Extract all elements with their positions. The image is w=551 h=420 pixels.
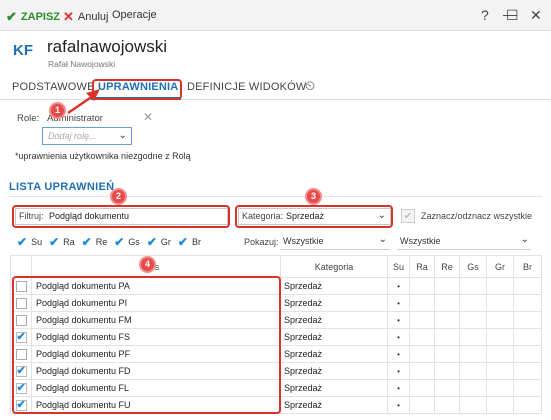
annotation-badge-1: 1 xyxy=(49,102,66,119)
annotation-badge-2: 2 xyxy=(110,188,127,205)
annotation-badge-4: 4 xyxy=(139,256,156,273)
annotation-badge-3: 3 xyxy=(305,188,322,205)
annotation-arrow xyxy=(67,89,100,115)
